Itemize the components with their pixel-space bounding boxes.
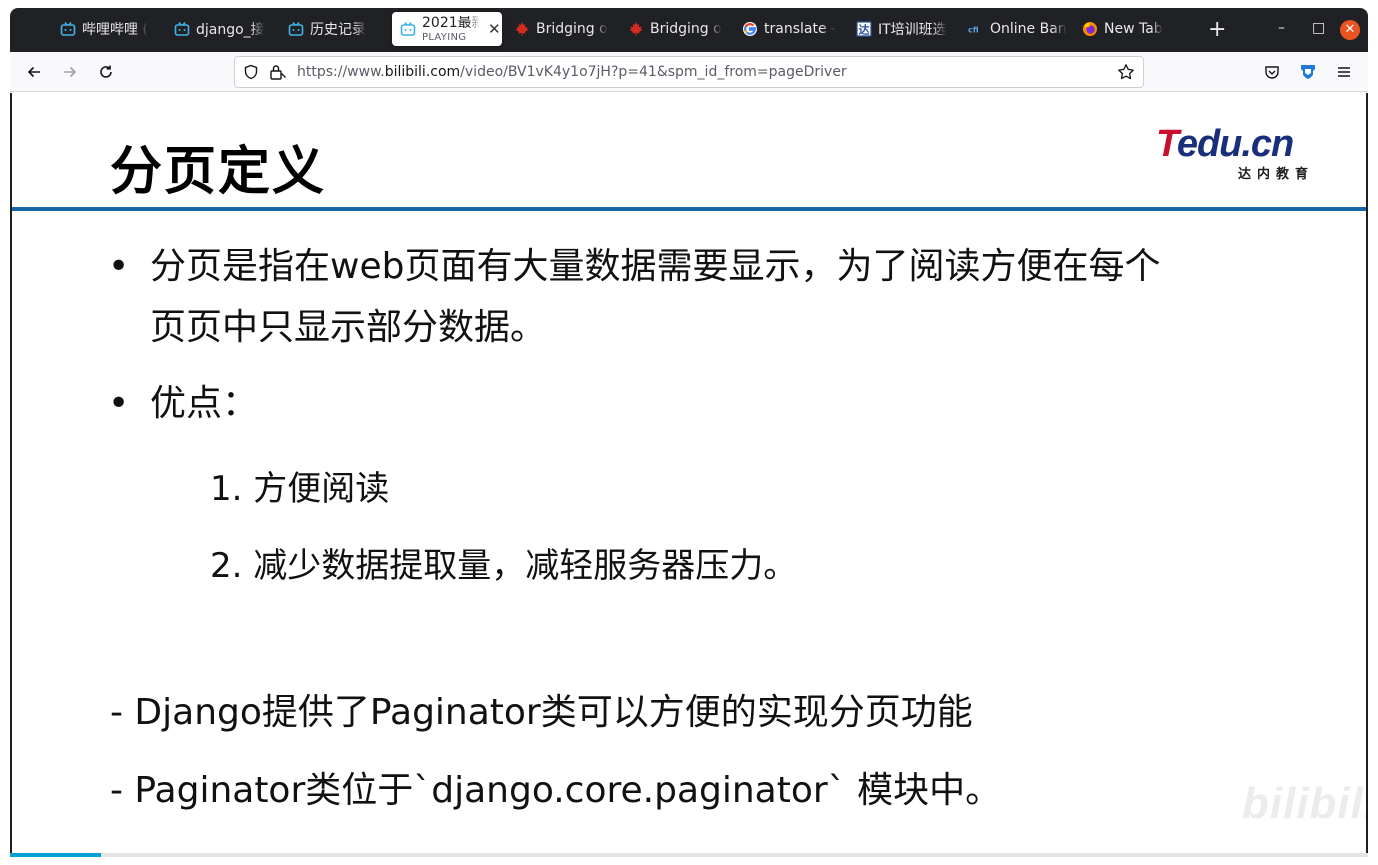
tab-it-training[interactable]: 达 IT培训班选: [856, 12, 947, 46]
bullet-line: 页页中只显示部分数据。: [150, 307, 547, 349]
bullet-dot: •: [108, 246, 130, 287]
extension-icon: [1301, 65, 1315, 79]
hamburger-menu-icon: [1338, 67, 1350, 77]
pocket-button[interactable]: [1261, 61, 1283, 83]
tab-online-banking[interactable]: cfi Online Ban: [968, 12, 1067, 46]
reload-button[interactable]: [95, 61, 117, 83]
url-path: /video/BV1vK4y1o7jH?p=41&spm_id_from=pag…: [460, 64, 847, 80]
advantage-item-1: 1. 方便阅读: [210, 469, 390, 509]
tab-label: 2021最新: [422, 15, 480, 30]
back-arrow-icon: [27, 66, 40, 78]
tab-bilibili-home[interactable]: 哔哩哔哩 (: [60, 12, 148, 46]
close-tab-icon[interactable]: ✕: [488, 20, 501, 38]
forward-button[interactable]: [59, 61, 81, 83]
google-icon: [742, 21, 758, 37]
tab-django[interactable]: django_接: [174, 12, 265, 46]
close-window-button[interactable]: ✕: [1340, 20, 1360, 40]
tab-label: IT培训班选: [878, 22, 947, 38]
tab-label: Bridging o: [536, 21, 608, 37]
back-button[interactable]: [23, 61, 45, 83]
bullet-line: 优点：: [150, 383, 259, 424]
tab-playing-status: PLAYING: [422, 31, 467, 43]
address-bar[interactable]: https://www.bilibili.com/video/BV1vK4y1o…: [234, 56, 1144, 88]
tab-label: translate -: [764, 21, 837, 37]
bullet-dot: •: [108, 383, 130, 424]
tab-label: Online Ban: [990, 21, 1067, 37]
cfi-icon: cfi: [968, 21, 984, 37]
tab-translate[interactable]: translate -: [742, 12, 836, 46]
tab-new-tab[interactable]: New Tab: [1082, 12, 1163, 46]
tab-bar: 哔哩哔哩 ( django_接 历史记录 2021最新 PLAYING ✕ Br…: [10, 8, 1368, 52]
note-paginator-module: - Paginator类位于`django.core.paginator` 模块…: [110, 770, 1002, 811]
bilibili-icon: [60, 21, 76, 37]
new-tab-button[interactable]: +: [1208, 19, 1226, 41]
tab-label: django_接: [196, 22, 265, 38]
title-divider: [12, 207, 1366, 211]
tab-label: New Tab: [1104, 21, 1163, 37]
site-icon: 达: [856, 21, 872, 37]
pocket-icon: [1265, 66, 1279, 79]
video-progress-bar[interactable]: [10, 853, 1368, 857]
firefox-icon: [1082, 21, 1098, 37]
advantage-item-2: 2. 减少数据提取量，减轻服务器压力。: [210, 546, 798, 586]
tab-label: 历史记录: [310, 22, 366, 38]
extension-button[interactable]: [1297, 61, 1319, 83]
maple-leaf-icon: [514, 21, 530, 37]
bullet-advantages: • 优点：: [108, 373, 259, 434]
svg-text:cfi: cfi: [968, 26, 979, 35]
bilibili-icon: [400, 21, 416, 37]
maximize-button[interactable]: □: [1312, 18, 1325, 38]
url-text[interactable]: https://www.bilibili.com/video/BV1vK4y1o…: [297, 64, 847, 80]
forward-arrow-icon: [64, 66, 77, 78]
bilibili-watermark-logo: bilibili: [1242, 779, 1368, 828]
reload-icon: [100, 65, 112, 78]
minimize-button[interactable]: –: [1278, 18, 1285, 38]
tab-bridging-2[interactable]: Bridging o: [628, 12, 722, 46]
lock-icon[interactable]: [269, 64, 287, 84]
slide-title: 分页定义: [110, 142, 327, 202]
tab-bridging-1[interactable]: Bridging o: [514, 12, 608, 46]
video-progress-fill: [10, 853, 101, 857]
url-prefix: https://www.: [297, 64, 385, 80]
tracking-shield-icon[interactable]: [243, 64, 259, 84]
tab-history[interactable]: 历史记录: [288, 12, 366, 46]
tab-label: Bridging o: [650, 21, 722, 37]
navigation-toolbar: https://www.bilibili.com/video/BV1vK4y1o…: [10, 52, 1368, 92]
bilibili-icon: [288, 21, 304, 37]
tab-label: 哔哩哔哩 (: [82, 22, 148, 38]
logo-wordmark: Tedu.cn: [1156, 123, 1294, 165]
menu-button[interactable]: [1333, 61, 1355, 83]
note-paginator-class: - Django提供了Paginator类可以方便的实现分页功能: [110, 692, 973, 733]
bilibili-icon: [174, 21, 190, 37]
video-frame[interactable]: 分页定义 Tedu.cn 达内教育 • 分页是指在web页面有大量数据需要显示，…: [10, 93, 1368, 855]
url-host: bilibili.com: [384, 64, 461, 80]
bookmark-star-icon[interactable]: [1117, 63, 1135, 85]
tab-active-video[interactable]: 2021最新 PLAYING ✕: [392, 12, 502, 46]
bullet-line: 分页是指在web页面有大量数据需要显示，为了阅读方便在每个: [150, 246, 1161, 287]
maple-leaf-icon: [628, 21, 644, 37]
tedu-logo: Tedu.cn 达内教育: [1156, 123, 1326, 185]
logo-subtitle: 达内教育: [1238, 167, 1315, 182]
bullet-definition: • 分页是指在web页面有大量数据需要显示，为了阅读方便在每个 页页中只显示部分…: [108, 236, 1161, 358]
svg-text:达: 达: [859, 23, 870, 37]
